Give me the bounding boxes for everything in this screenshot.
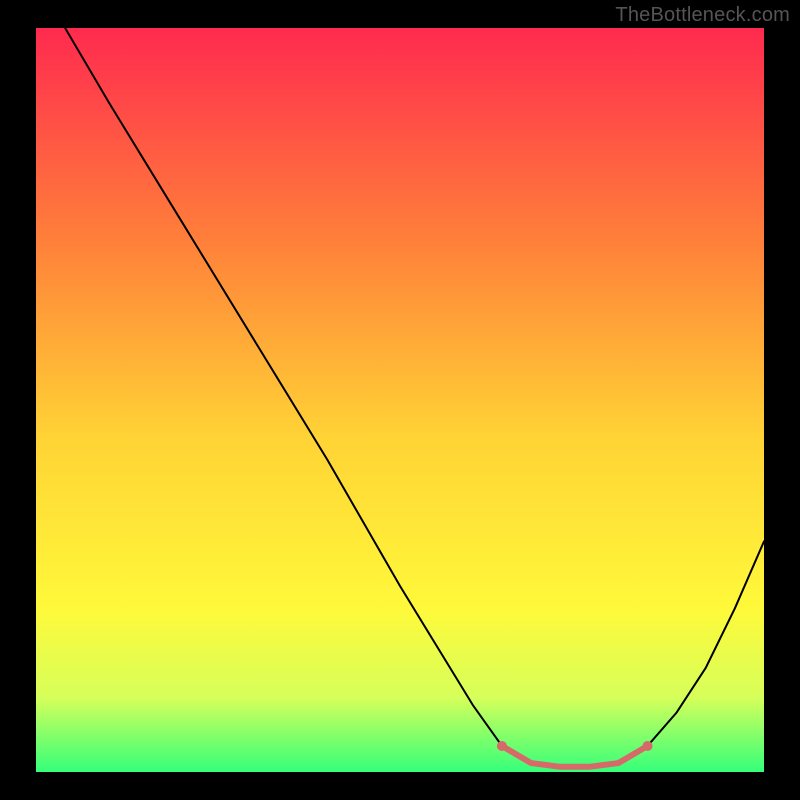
plot-area bbox=[36, 28, 764, 772]
watermark-text: TheBottleneck.com bbox=[615, 4, 790, 27]
chart-frame: TheBottleneck.com bbox=[0, 0, 800, 800]
optimal-range-end-dot bbox=[643, 741, 653, 751]
optimal-range-start-dot bbox=[497, 741, 507, 751]
gradient-background bbox=[36, 28, 764, 772]
chart-svg bbox=[36, 28, 764, 772]
